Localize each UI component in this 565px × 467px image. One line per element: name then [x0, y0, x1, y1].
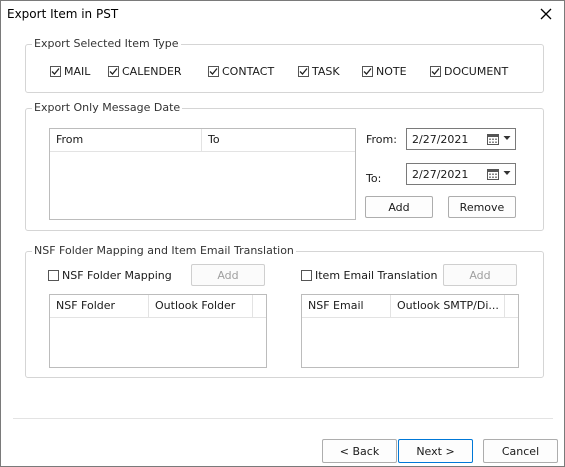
- add-date-button[interactable]: Add: [365, 196, 433, 218]
- checkbox-box[interactable]: [430, 66, 441, 77]
- column-header-to[interactable]: To: [202, 129, 355, 151]
- from-label: From:: [366, 133, 397, 146]
- title-bar: Export Item in PST: [1, 1, 564, 29]
- column-header-outlook-folder[interactable]: Outlook Folder: [149, 295, 253, 317]
- close-icon: [540, 8, 552, 20]
- footer-divider: [13, 418, 553, 419]
- nsf-folder-mapping-checkbox[interactable]: NSF Folder Mapping: [48, 269, 172, 282]
- checkbox-box[interactable]: [108, 66, 119, 77]
- export-dialog: Export Item in PST Export Selected Item …: [0, 0, 565, 467]
- message-date-legend: Export Only Message Date: [32, 101, 183, 114]
- column-header-nsf-folder[interactable]: NSF Folder: [50, 295, 149, 317]
- add-folder-mapping-button[interactable]: Add: [191, 264, 265, 286]
- item-email-translation-label: Item Email Translation: [315, 269, 438, 282]
- to-label: To:: [366, 172, 382, 185]
- checkbox-box[interactable]: [208, 66, 219, 77]
- item-type-group: Export Selected Item Type MAIL CALENDER …: [25, 37, 544, 93]
- next-button[interactable]: Next >: [398, 439, 473, 463]
- nsf-mapping-group: NSF Folder Mapping and Item Email Transl…: [25, 244, 544, 378]
- from-date-value: 2/27/2021: [412, 133, 469, 146]
- item-type-legend: Export Selected Item Type: [32, 37, 181, 50]
- add-email-translation-button[interactable]: Add: [443, 264, 517, 286]
- mail-label: MAIL: [64, 65, 91, 78]
- note-label: NOTE: [376, 65, 407, 78]
- calender-checkbox[interactable]: CALENDER: [108, 65, 182, 78]
- folder-mapping-list[interactable]: NSF Folder Outlook Folder: [49, 294, 267, 368]
- to-date-picker[interactable]: 2/27/2021: [406, 163, 516, 185]
- check-icon: [299, 68, 308, 75]
- checkbox-box[interactable]: [301, 270, 312, 281]
- checkbox-box[interactable]: [362, 66, 373, 77]
- document-checkbox[interactable]: DOCUMENT: [430, 65, 508, 78]
- message-date-group: Export Only Message Date From To From: 2…: [25, 101, 544, 231]
- to-date-value: 2/27/2021: [412, 168, 469, 181]
- nsf-mapping-legend: NSF Folder Mapping and Item Email Transl…: [32, 244, 296, 257]
- document-label: DOCUMENT: [444, 65, 509, 78]
- list-header: NSF Folder Outlook Folder: [50, 295, 266, 318]
- checkbox-box[interactable]: [298, 66, 309, 77]
- contact-checkbox[interactable]: CONTACT: [208, 65, 274, 78]
- window-title: Export Item in PST: [7, 7, 119, 21]
- checkbox-box[interactable]: [50, 66, 61, 77]
- list-header: NSF Email Outlook SMTP/Di...: [302, 295, 518, 318]
- check-icon: [431, 68, 440, 75]
- check-icon: [109, 68, 118, 75]
- check-icon: [363, 68, 372, 75]
- calendar-icon: [487, 169, 499, 180]
- remove-date-button[interactable]: Remove: [448, 196, 516, 218]
- task-label: TASK: [312, 65, 340, 78]
- column-header-outlook-smtp[interactable]: Outlook SMTP/Di...: [391, 295, 505, 317]
- nsf-folder-mapping-label: NSF Folder Mapping: [62, 269, 172, 282]
- mail-checkbox[interactable]: MAIL: [50, 65, 90, 78]
- contact-label: CONTACT: [222, 65, 275, 78]
- chevron-down-icon[interactable]: [503, 134, 511, 142]
- cancel-button[interactable]: Cancel: [483, 439, 558, 463]
- from-date-picker[interactable]: 2/27/2021: [406, 128, 516, 150]
- calender-label: CALENDER: [122, 65, 182, 78]
- item-email-translation-checkbox[interactable]: Item Email Translation: [301, 269, 438, 282]
- chevron-down-icon[interactable]: [503, 169, 511, 177]
- back-button[interactable]: < Back: [322, 439, 397, 463]
- check-icon: [51, 68, 60, 75]
- close-button[interactable]: [534, 3, 558, 25]
- column-header-from[interactable]: From: [50, 129, 202, 151]
- task-checkbox[interactable]: TASK: [298, 65, 340, 78]
- calendar-icon: [487, 134, 499, 145]
- column-header-nsf-email[interactable]: NSF Email: [302, 295, 391, 317]
- date-range-list[interactable]: From To: [49, 128, 356, 220]
- email-translation-list[interactable]: NSF Email Outlook SMTP/Di...: [301, 294, 519, 368]
- list-header: From To: [50, 129, 355, 152]
- checkbox-box[interactable]: [48, 270, 59, 281]
- check-icon: [209, 68, 218, 75]
- note-checkbox[interactable]: NOTE: [362, 65, 407, 78]
